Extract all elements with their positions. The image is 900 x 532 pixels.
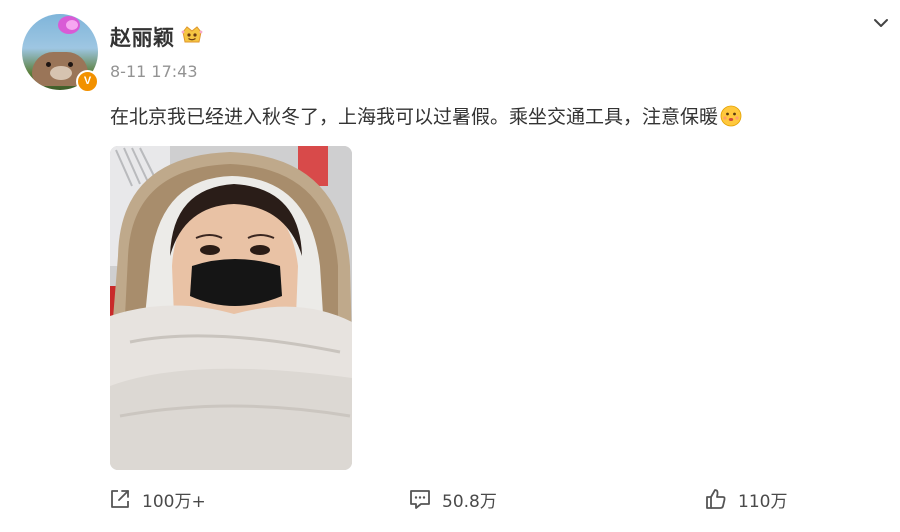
comment-icon [410,490,430,509]
verified-badge-icon: V [76,70,99,93]
weibo-post: V 赵丽颖 8-11 17:43 在北京我已经进入秋冬了，上海我可以过暑假。乘坐… [0,0,900,532]
post-text: 在北京我已经进入秋冬了，上海我可以过暑假。乘坐交通工具，注意保暖 [110,102,742,129]
avatar-animal-eye [46,62,51,67]
thinking-face-emoji-icon [720,105,742,127]
like-button[interactable]: 110万 [704,484,787,514]
username[interactable]: 赵丽颖 [110,22,175,52]
avatar-balloon-highlight [66,20,78,30]
share-icon [111,490,129,508]
comment-button[interactable]: 50.8万 [408,484,497,514]
comment-count: 50.8万 [442,491,497,512]
member-badge-icon[interactable] [180,24,204,46]
post-text-content: 在北京我已经进入秋冬了，上海我可以过暑假。乘坐交通工具，注意保暖 [110,106,719,128]
repost-button[interactable]: 100万+ [108,484,206,514]
photo-selfie-image [110,146,352,470]
repost-count: 100万+ [142,491,206,512]
post-photo[interactable] [110,146,352,470]
avatar-animal-eye [68,62,73,67]
avatar-animal-snout [50,66,72,80]
chevron-down-icon[interactable] [870,12,892,34]
like-count: 110万 [738,491,788,512]
post-timestamp[interactable]: 8-11 17:43 [110,62,198,81]
thumbs-up-icon [706,489,726,509]
